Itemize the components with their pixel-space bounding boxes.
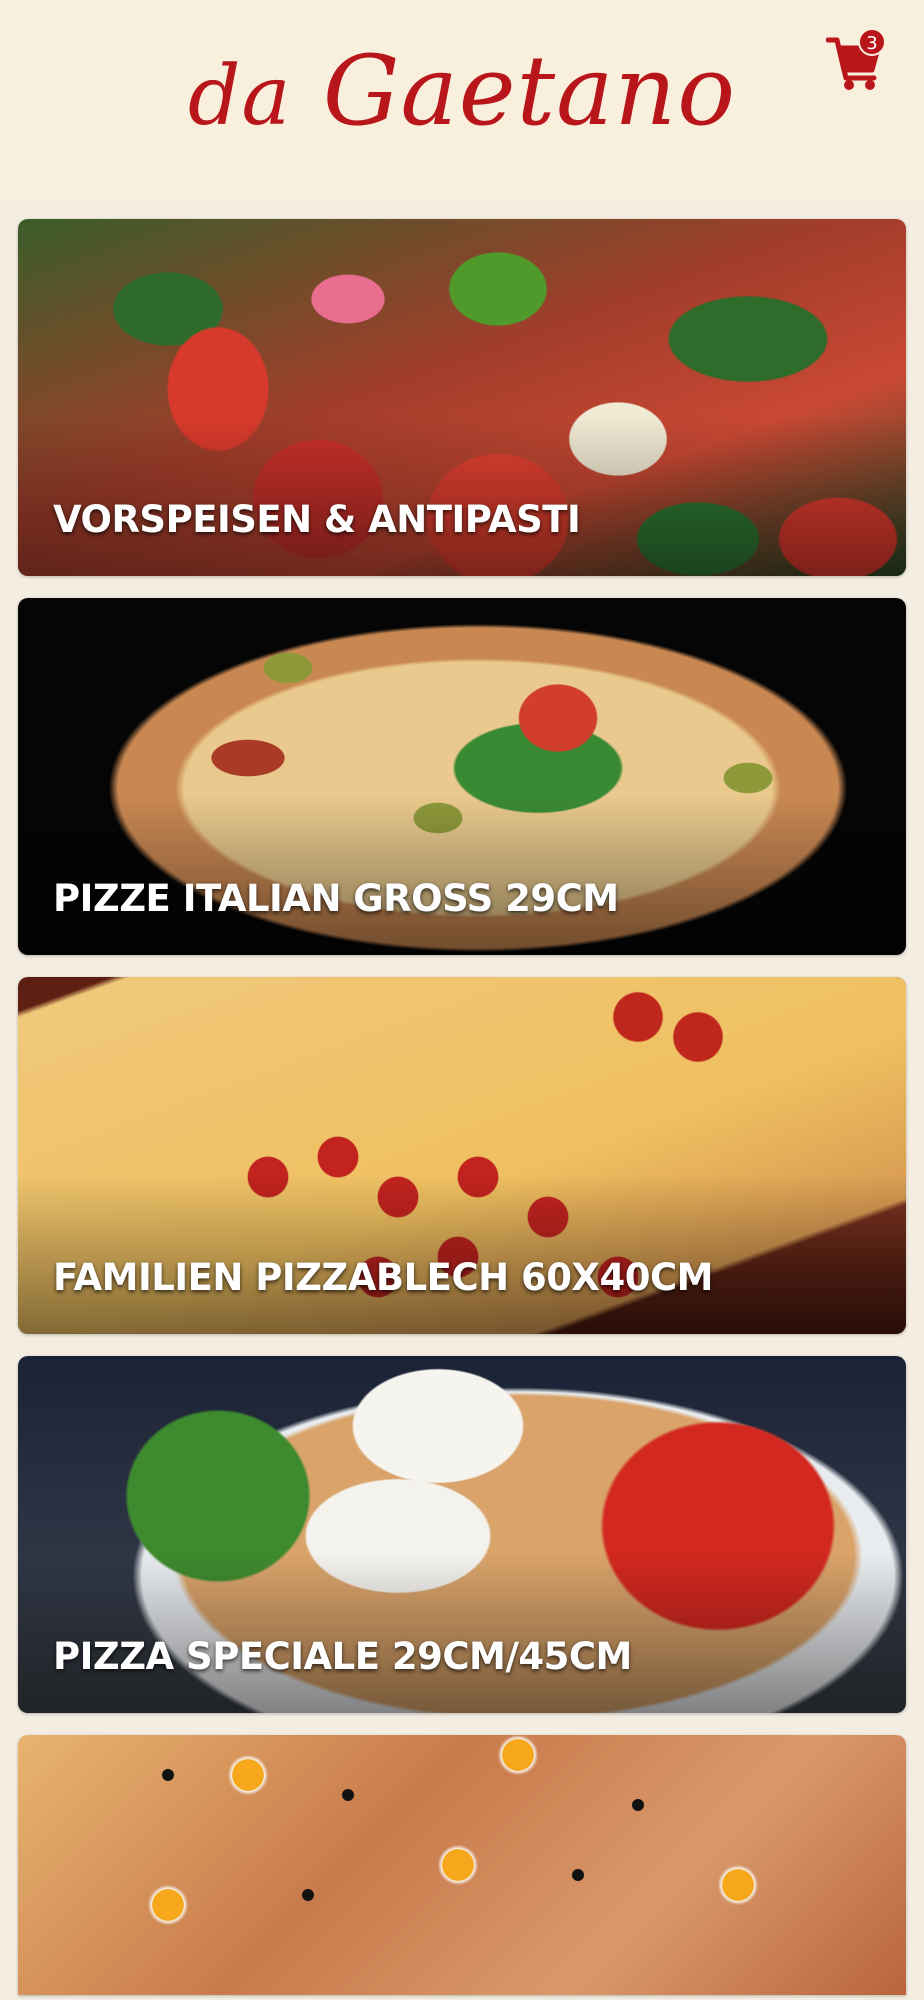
brand-logo: da Gaetano <box>0 16 924 166</box>
cart-count-badge: 3 <box>858 28 886 56</box>
category-label: VORSPEISEN & ANTIPASTI <box>53 498 581 541</box>
category-card-antipasti[interactable]: VORSPEISEN & ANTIPASTI <box>18 219 906 576</box>
category-label: PIZZA SPECIALE 29CM/45CM <box>53 1635 632 1678</box>
logo-name: Gaetano <box>322 35 737 147</box>
app-header: da Gaetano 3 <box>0 0 924 198</box>
category-card-familien-pizzablech[interactable]: FAMILIEN PIZZABLECH 60X40CM <box>18 977 906 1334</box>
category-list: VORSPEISEN & ANTIPASTI PIZZE ITALIAN GRO… <box>18 219 906 1995</box>
next-category-photo <box>18 1735 906 1995</box>
logo-prefix: da <box>187 49 292 144</box>
category-label: PIZZE ITALIAN GROSS 29CM <box>53 877 619 920</box>
app-root: da Gaetano 3 VORSPEISEN & ANTIPASTI PIZZ… <box>0 0 924 2000</box>
category-card-pizze-italian[interactable]: PIZZE ITALIAN GROSS 29CM <box>18 598 906 955</box>
category-label: FAMILIEN PIZZABLECH 60X40CM <box>53 1256 713 1299</box>
category-card-next[interactable] <box>18 1735 906 1995</box>
category-card-pizza-speciale[interactable]: PIZZA SPECIALE 29CM/45CM <box>18 1356 906 1713</box>
cart-button[interactable]: 3 <box>826 28 888 94</box>
